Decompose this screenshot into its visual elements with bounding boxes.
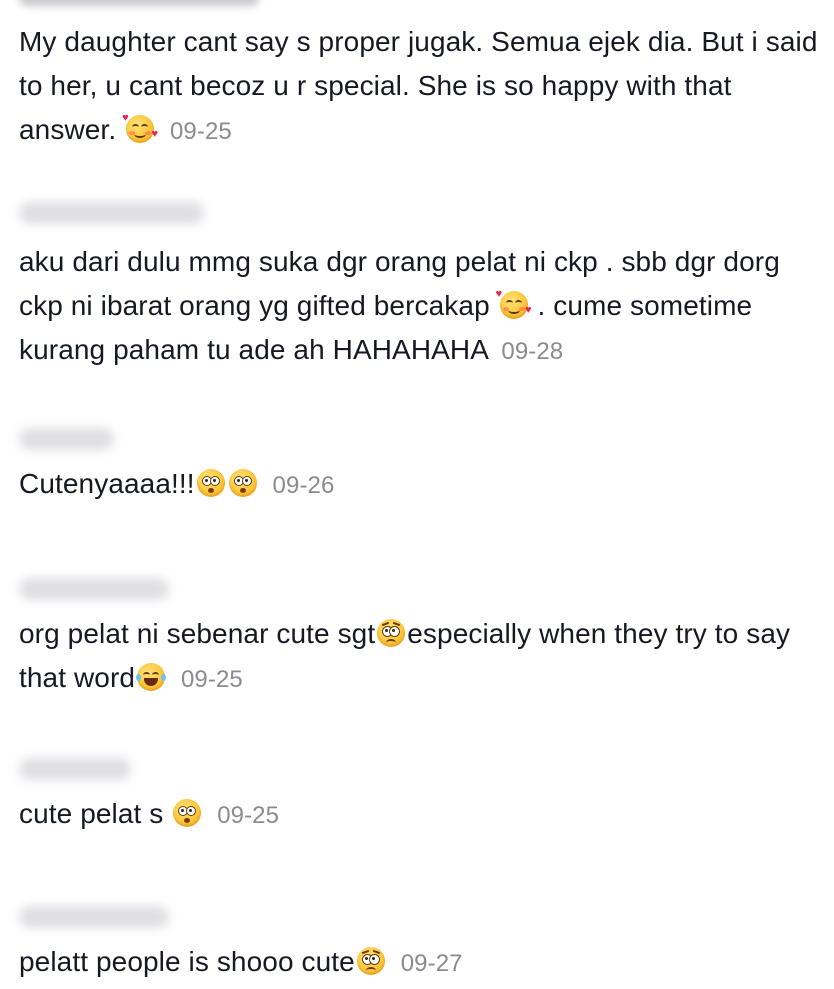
comment-item: org pelat ni sebenar cute sgt especially … [19,612,819,702]
comment-date: 09-27 [400,950,463,977]
comment-body: cute pelat s [19,798,164,829]
comment-text: aku dari dulu mmg suka dgr orang pelat n… [19,240,819,374]
blurred-username [19,202,204,224]
pleading-face-icon [356,947,385,975]
comment-body: org pelat ni sebenar cute sgt [19,618,376,649]
pleading-face-icon [377,619,406,647]
comment-item: My daughter cant say s proper jugak. Sem… [19,20,819,154]
face-with-tears-of-joy-icon [136,663,167,691]
comment-date: 09-28 [501,338,564,365]
comment-date: 09-25 [180,666,243,693]
comment-text: My daughter cant say s proper jugak. Sem… [19,20,819,154]
comment-date: 09-25 [169,118,232,145]
comment-item: Cutenyaaaa!!! 09-26 [19,462,819,508]
comment-item: aku dari dulu mmg suka dgr orang pelat n… [19,240,819,374]
blurred-username [19,758,131,780]
comment-date: 09-25 [217,802,280,829]
flushed-face-icon [173,799,202,827]
comment-body: pelatt people is shooo cute [19,946,355,977]
blurred-username [19,428,114,450]
flushed-face-icon [196,469,225,497]
comment-text: pelatt people is shooo cute 09-27 [19,940,819,986]
comment-text: cute pelat s 09-25 [19,792,819,838]
comment-text: Cutenyaaaa!!! 09-26 [19,462,819,508]
comment-item: cute pelat s 09-25 [19,792,819,838]
smiling-face-with-hearts-icon: ♥ ♥ [496,289,532,319]
comment-body: Cutenyaaaa!!! [19,468,195,499]
smiling-face-with-hearts-icon: ♥ ♥ [122,113,158,143]
blurred-username [19,578,169,600]
blurred-username [19,906,169,928]
flushed-face-icon [228,469,257,497]
comment-item: pelatt people is shooo cute 09-27 [19,940,819,986]
comment-date: 09-26 [272,472,335,499]
blurred-username [19,0,259,6]
comment-text: org pelat ni sebenar cute sgt especially … [19,612,819,702]
